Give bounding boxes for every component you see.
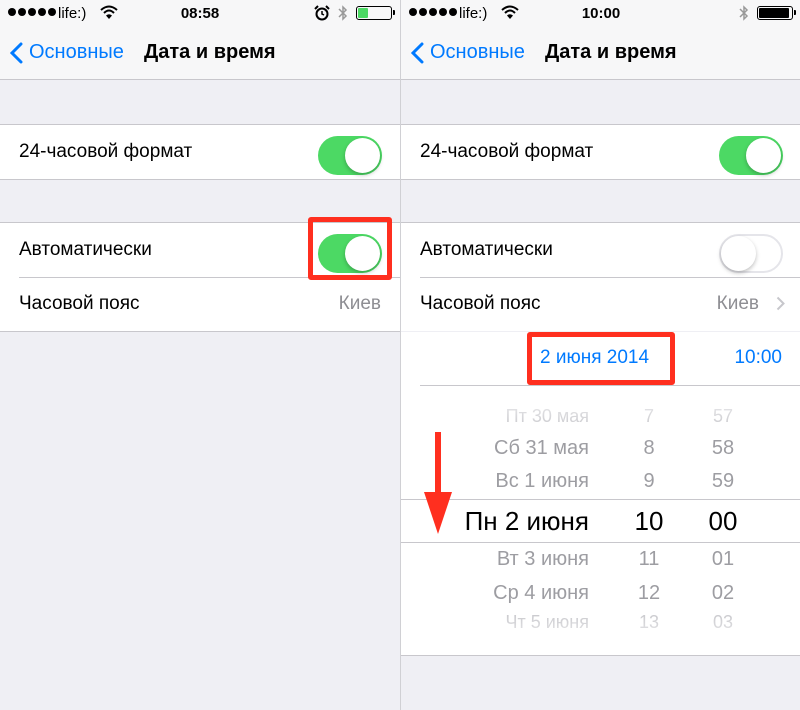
timezone-label: Часовой пояс [420, 293, 541, 314]
picker-minute-item[interactable]: 01 [712, 548, 734, 571]
picker-day-item[interactable]: Сб 31 мая [494, 437, 589, 460]
auto-row: Автоматически [401, 223, 800, 277]
picker-day-item[interactable]: Пн 2 июня [465, 506, 589, 537]
picker-minute-item[interactable]: 00 [709, 506, 738, 537]
left-screen: life:) 08:58 Основные Дата и время 24-ча… [0, 0, 400, 710]
picker-hour-item[interactable]: 9 [643, 470, 654, 493]
picker-hour-item[interactable]: 10 [635, 506, 664, 537]
picker-minute-item[interactable]: 59 [712, 470, 734, 493]
page-title: Дата и время [144, 41, 276, 63]
status-bar: life:) 10:00 [401, 0, 800, 28]
alarm-icon [314, 5, 330, 21]
auto-group: Автоматически Часовой пояс Киев [401, 222, 800, 331]
chevron-right-icon [776, 296, 785, 311]
picker-minute-item[interactable]: 02 [712, 582, 734, 605]
format-24h-switch[interactable] [318, 136, 382, 175]
format-24h-label: 24-часовой формат [420, 141, 594, 162]
highlight-box [527, 332, 675, 385]
format-group: 24-часовой формат [0, 124, 400, 180]
picker-hour-column[interactable]: 7 8 9 10 11 12 13 [623, 386, 675, 655]
timezone-row[interactable]: Часовой пояс Киев [401, 277, 800, 331]
format-24h-switch[interactable] [719, 136, 783, 175]
chevron-left-icon [411, 42, 424, 63]
format-24h-row: 24-часовой формат [0, 125, 400, 179]
auto-label: Автоматически [19, 239, 152, 260]
auto-switch[interactable] [719, 234, 783, 273]
timezone-label: Часовой пояс [19, 293, 140, 314]
back-label: Основные [29, 41, 124, 63]
highlight-box [308, 217, 392, 280]
date-time-picker[interactable]: Пт 30 мая Сб 31 мая Вс 1 июня Пн 2 июня Вт 3… [401, 386, 800, 656]
chevron-left-icon [10, 42, 23, 63]
format-24h-row: 24-часовой формат [401, 125, 800, 179]
nav-bar: Основные Дата и время [401, 28, 800, 80]
picker-minute-item[interactable]: 58 [712, 437, 734, 460]
picker-hour-item[interactable]: 8 [643, 437, 654, 460]
back-label: Основные [430, 41, 525, 63]
picker-minute-column[interactable]: 57 58 59 00 01 02 03 [694, 386, 752, 655]
timezone-value: Киев [338, 293, 381, 314]
status-bar: life:) 08:58 [0, 0, 400, 28]
timezone-row[interactable]: Часовой пояс Киев [0, 277, 400, 331]
back-button[interactable]: Основные [10, 41, 124, 64]
picker-selection-top-line [401, 499, 800, 500]
timezone-value: Киев [716, 293, 759, 314]
back-button[interactable]: Основные [411, 41, 525, 64]
picker-hour-item[interactable]: 12 [638, 582, 660, 605]
picker-day-item[interactable]: Чт 5 июня [506, 612, 590, 633]
picker-day-item[interactable]: Ср 4 июня [493, 582, 589, 605]
picker-day-item[interactable]: Пт 30 мая [506, 406, 589, 427]
right-screen: life:) 10:00 Основные Дата и время 24-ча… [400, 0, 800, 710]
picker-selection-bottom-line [401, 542, 800, 543]
battery-icon [356, 6, 395, 20]
picker-minute-item[interactable]: 57 [713, 406, 733, 427]
selected-time[interactable]: 10:00 [734, 347, 782, 369]
picker-hour-item[interactable]: 11 [639, 548, 660, 571]
format-24h-label: 24-часовой формат [19, 141, 193, 162]
picker-day-item[interactable]: Вт 3 июня [497, 548, 589, 571]
arrow-down-icon [424, 432, 452, 534]
bluetooth-icon [739, 5, 749, 21]
format-group: 24-часовой формат [401, 124, 800, 180]
bluetooth-icon [338, 5, 348, 21]
nav-bar: Основные Дата и время [0, 28, 400, 80]
picker-minute-item[interactable]: 03 [713, 612, 733, 633]
battery-icon [757, 6, 796, 20]
picker-hour-item[interactable]: 7 [644, 406, 654, 427]
picker-day-item[interactable]: Вс 1 июня [495, 470, 589, 493]
page-title: Дата и время [545, 41, 677, 63]
picker-hour-item[interactable]: 13 [639, 612, 659, 633]
auto-label: Автоматически [420, 239, 553, 260]
